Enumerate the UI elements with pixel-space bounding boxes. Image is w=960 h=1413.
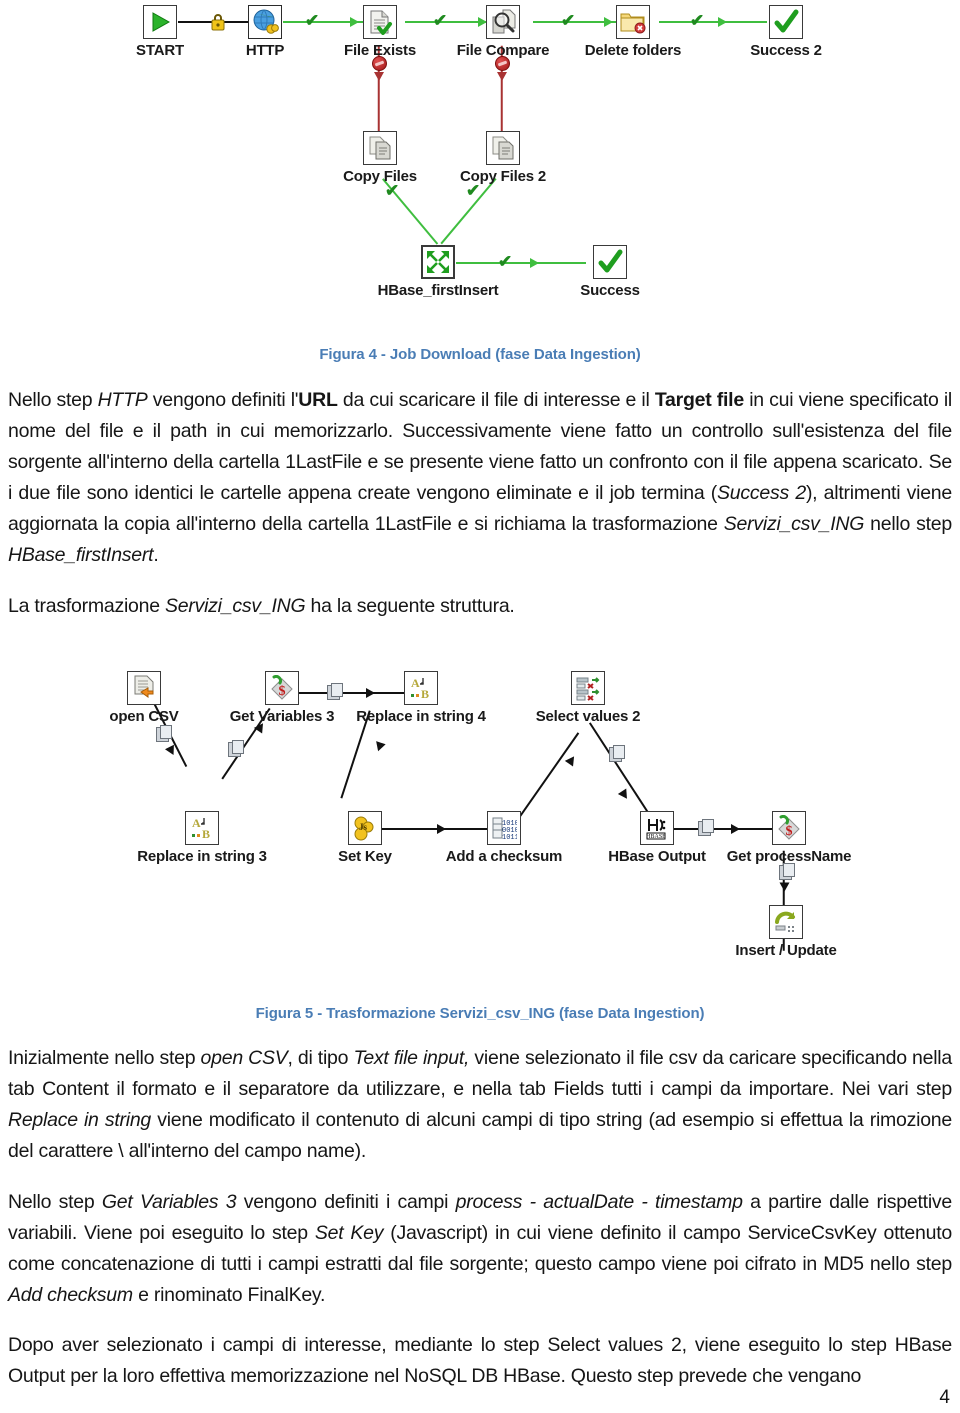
svg-text:$: $ xyxy=(786,824,793,839)
javascript-icon: Js xyxy=(348,811,382,845)
copy-documents-icon xyxy=(486,131,520,165)
paragraph-4: Nello step Get Variables 3 vengono defin… xyxy=(8,1191,952,1306)
job-node-label: Copy Files 2 xyxy=(460,168,546,185)
job-node-label: HTTP xyxy=(245,42,285,59)
hop-true-icon: ✔ xyxy=(498,252,513,271)
paragraph-3: Inizialmente nello step open CSV, di tip… xyxy=(8,1047,952,1162)
hop-document-icon xyxy=(698,819,714,836)
connector-deletefolders-success2 xyxy=(659,21,767,23)
job-node-label: Copy Files xyxy=(343,168,417,185)
arrow-http-fileexists xyxy=(350,17,359,27)
svg-text:1011: 1011 xyxy=(502,834,517,841)
figure-4-caption: Figura 4 - Job Download (fase Data Inges… xyxy=(319,346,641,363)
step-node-label: Get Variables 3 xyxy=(229,708,335,725)
step-node-label: Get processName xyxy=(726,848,852,865)
connector-filecompare-deletefolders xyxy=(533,21,628,23)
connector-hbasefirst-success xyxy=(456,262,586,264)
arrow-filecompare-deletefolders xyxy=(604,17,613,27)
svg-text:HBASE: HBASE xyxy=(646,834,666,840)
globe-icon xyxy=(248,5,282,39)
connector-selectvalues2-hbaseoutput xyxy=(589,722,651,816)
document-page: ✔ ✔ ✔ ✔ ✔ ✔ ✔ START HTTP File Exists Fil… xyxy=(0,0,960,1413)
arrow-getvariables3-replace4 xyxy=(366,688,375,698)
magnifier-document-icon xyxy=(486,5,520,39)
arrow-down-copyfiles xyxy=(374,72,384,81)
binary-checksum-icon: 1010 0010 1011 xyxy=(487,811,521,845)
step-node-label: Add a checksum xyxy=(445,848,563,865)
job-node-label: START xyxy=(136,42,184,59)
step-node-label: Replace in string 4 xyxy=(356,708,486,725)
page-number: 4 xyxy=(939,1387,950,1408)
arrow-down-copyfiles2 xyxy=(497,72,507,81)
replace-string-icon: A B xyxy=(185,811,219,845)
svg-text:B: B xyxy=(202,827,210,841)
green-play-icon xyxy=(143,5,177,39)
figure-5-diagram: open CSV $ Get Variables 3 A B Replace i… xyxy=(0,650,960,980)
step-node-label: HBase Output xyxy=(608,848,706,865)
svg-text:$: $ xyxy=(279,684,286,699)
hop-document-icon xyxy=(609,745,625,762)
step-node-label: Replace in string 3 xyxy=(137,848,267,865)
hop-document-icon xyxy=(327,683,343,700)
get-variables-icon: $ xyxy=(265,671,299,705)
job-node-label: File Exists xyxy=(343,42,417,59)
svg-text:A: A xyxy=(192,816,201,830)
connector-http-fileexists xyxy=(283,21,375,23)
job-node-label: HBase_firstInsert xyxy=(377,282,499,299)
svg-text:A: A xyxy=(411,676,420,690)
step-node-label: open CSV xyxy=(109,708,179,725)
folder-delete-icon xyxy=(616,5,650,39)
select-values-icon xyxy=(571,671,605,705)
arrow-selectvalues2-hbaseoutput xyxy=(617,788,632,802)
hop-document-icon xyxy=(779,863,795,880)
green-check-icon xyxy=(769,5,803,39)
figure-4-diagram: ✔ ✔ ✔ ✔ ✔ ✔ ✔ START HTTP File Exists Fil… xyxy=(0,0,960,330)
document-check-icon xyxy=(363,5,397,39)
converge-arrows-icon xyxy=(421,245,455,279)
step-node-label: Set Key xyxy=(338,848,392,865)
job-node-label: Success 2 xyxy=(750,42,822,59)
text-file-input-icon xyxy=(127,671,161,705)
arrow-replace4-setkey xyxy=(373,741,386,753)
hop-document-icon xyxy=(156,725,172,742)
get-variables-icon: $ xyxy=(772,811,806,845)
figure-5-caption: Figura 5 - Trasformazione Servizi_csv_IN… xyxy=(255,1005,705,1022)
hop-true-icon: ✔ xyxy=(433,11,448,30)
connector-hbaseoutput-getprocessname xyxy=(672,828,780,830)
green-check-icon xyxy=(593,245,627,279)
arrow-addchecksum-selectvalues2 xyxy=(564,753,579,767)
copy-documents-icon xyxy=(363,131,397,165)
arrow-deletefolders-success2 xyxy=(718,17,727,27)
svg-text:Js: Js xyxy=(359,822,368,832)
arrow-getprocessname-insertupdate xyxy=(779,882,790,892)
paragraph-2: La trasformazione Servizi_csv_ING ha la … xyxy=(8,595,515,617)
hop-true-icon: ✔ xyxy=(305,11,320,30)
step-node-label: Select values 2 xyxy=(535,708,641,725)
insert-update-icon xyxy=(769,905,803,939)
arrow-hbaseoutput-getprocessname xyxy=(731,824,740,834)
paragraph-5: Dopo aver selezionato i campi di interes… xyxy=(8,1334,952,1387)
svg-text:B: B xyxy=(421,687,429,701)
arrow-hbasefirst-success xyxy=(530,258,539,268)
connector-addchecksum-selectvalues2 xyxy=(517,732,579,820)
replace-string-icon: A B xyxy=(404,671,438,705)
hbase-icon: HBASE xyxy=(640,811,674,845)
connector-getvariables3-replace4 xyxy=(295,692,410,694)
hop-true-icon: ✔ xyxy=(561,11,576,30)
arrow-setkey-addchecksum xyxy=(437,824,446,834)
step-node-label: Insert / Update xyxy=(735,942,837,959)
hop-true-icon: ✔ xyxy=(690,11,705,30)
paragraph-1: Nello step HTTP vengono definiti l'URL d… xyxy=(8,389,953,566)
hop-document-icon xyxy=(228,740,244,757)
job-node-label: Success xyxy=(580,282,640,299)
job-node-label: File Compare xyxy=(456,42,550,59)
job-node-label: Delete folders xyxy=(584,42,682,59)
